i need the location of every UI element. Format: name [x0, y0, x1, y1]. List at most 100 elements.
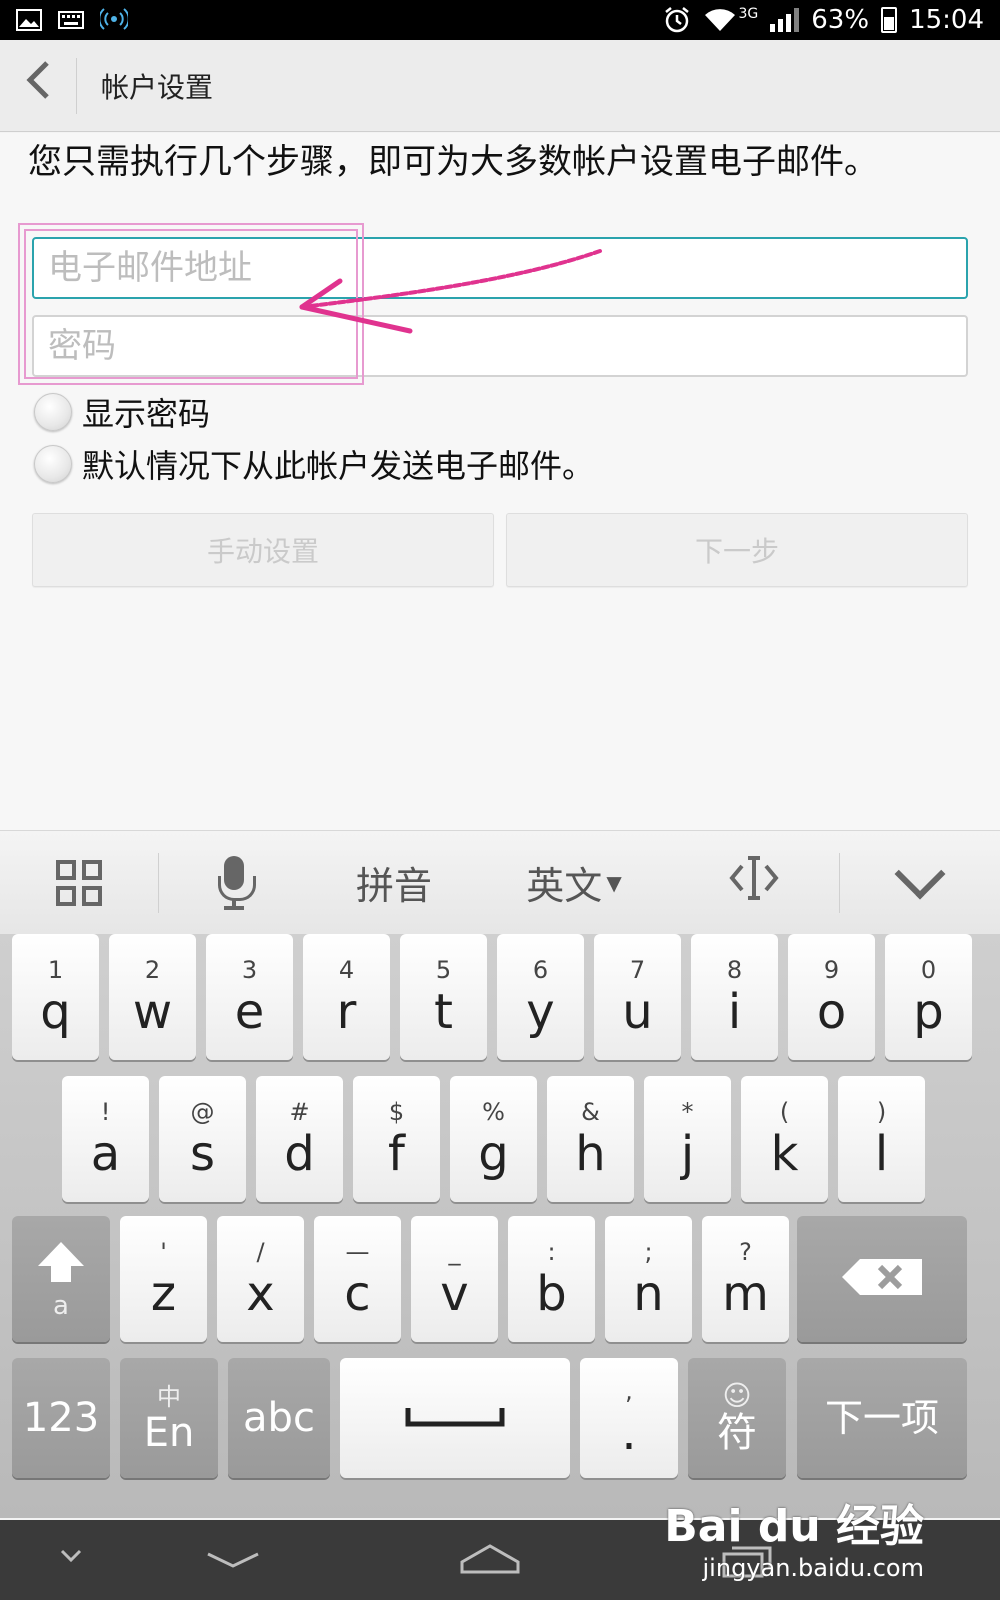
show-password-option[interactable]: 显示密码 [34, 389, 210, 435]
key-s[interactable]: @ s [159, 1076, 246, 1202]
voice-input-button[interactable] [159, 831, 309, 935]
symbol-key[interactable]: ☺ 符 [688, 1358, 786, 1478]
key-label: u [622, 984, 653, 1040]
back-nav-button[interactable] [206, 1550, 260, 1574]
collapse-keyboard-icon [894, 848, 946, 899]
key-label: e [234, 984, 265, 1040]
language-key[interactable]: 中 En [120, 1358, 218, 1478]
key-label: b [536, 1266, 567, 1322]
key-label: h [575, 1126, 606, 1182]
key-p[interactable]: 0p [885, 934, 972, 1060]
key-x[interactable]: / x [217, 1216, 304, 1342]
next-button[interactable]: 下一步 [506, 513, 968, 587]
key-f[interactable]: $ f [353, 1076, 440, 1202]
numbers-key-label: 123 [22, 1395, 100, 1441]
backspace-icon [840, 1257, 924, 1301]
key-hint: ? [739, 1238, 752, 1266]
key-u[interactable]: 7u [594, 934, 681, 1060]
key-y[interactable]: 6y [497, 934, 584, 1060]
abc-key[interactable]: abc [228, 1358, 330, 1478]
key-v[interactable]: _ v [411, 1216, 498, 1342]
punctuation-key[interactable]: , . [580, 1358, 678, 1478]
key-c[interactable]: — c [314, 1216, 401, 1342]
symbol-key-label: 符 [717, 1410, 757, 1456]
key-b[interactable]: :b [508, 1216, 595, 1342]
key-q[interactable]: 1q [12, 934, 99, 1060]
default-send-radio[interactable] [34, 445, 72, 483]
shift-icon [36, 1240, 86, 1288]
key-e[interactable]: 3e [206, 934, 293, 1060]
key-d[interactable]: # d [256, 1076, 343, 1202]
key-g[interactable]: % g [450, 1076, 537, 1202]
battery-icon [881, 7, 898, 33]
show-password-radio[interactable] [34, 393, 72, 431]
hotspot-icon [100, 7, 128, 33]
key-hint: 7 [629, 956, 646, 984]
show-password-label: 显示密码 [82, 395, 211, 433]
key-label: r [336, 984, 357, 1040]
key-label: k [770, 1126, 799, 1182]
hide-keyboard-button[interactable] [60, 1548, 82, 1567]
next-item-key[interactable]: 下一项 [797, 1358, 967, 1478]
key-label: l [874, 1126, 889, 1182]
key-hint: @ [190, 1098, 215, 1126]
key-o[interactable]: 9o [788, 934, 875, 1060]
home-icon [460, 1544, 520, 1574]
key-label: g [478, 1126, 509, 1182]
dropdown-caret-icon: ▼ [606, 870, 622, 895]
key-hint: — [345, 1238, 370, 1266]
key-l[interactable]: ) l [838, 1076, 925, 1202]
language-key-label: En [143, 1410, 195, 1456]
next-item-key-label: 下一项 [824, 1396, 939, 1440]
watermark-url: jingyan.baidu.com [702, 1554, 924, 1582]
back-icon [25, 60, 51, 111]
key-hint: 5 [435, 956, 452, 984]
home-button[interactable] [460, 1542, 520, 1580]
key-label: v [440, 1266, 469, 1322]
key-label: n [633, 1266, 664, 1322]
key-hint: 8 [726, 956, 743, 984]
key-w[interactable]: 2w [109, 934, 196, 1060]
backspace-key[interactable] [797, 1216, 967, 1342]
back-button[interactable] [0, 40, 76, 132]
grid-icon [56, 859, 102, 906]
app-bar: 帐户设置 [0, 40, 1000, 132]
key-k[interactable]: (k [741, 1076, 828, 1202]
key-hint: 0 [920, 956, 937, 984]
key-r[interactable]: 4r [303, 934, 390, 1060]
collapse-keyboard-button[interactable] [840, 831, 1000, 935]
key-hint: _ [448, 1238, 461, 1266]
space-key[interactable] [340, 1358, 570, 1478]
key-h[interactable]: & h [547, 1076, 634, 1202]
manual-setup-button[interactable]: 手动设置 [32, 513, 494, 587]
pinyin-mode-button[interactable]: 拼音 [309, 831, 479, 935]
key-hint: $ [388, 1098, 405, 1126]
key-j[interactable]: * j [644, 1076, 731, 1202]
numbers-key[interactable]: 123 [12, 1358, 110, 1478]
small-chevron-down-icon [60, 1549, 82, 1563]
key-a[interactable]: ! a [62, 1076, 149, 1202]
key-label: y [526, 984, 555, 1040]
key-t[interactable]: 5t [400, 934, 487, 1060]
signal-icon [770, 8, 800, 32]
key-hint: : [547, 1238, 556, 1266]
space-icon [405, 1404, 505, 1432]
key-hint: ' [160, 1238, 167, 1266]
abc-key-label: abc [243, 1395, 315, 1441]
key-m[interactable]: ? m [702, 1216, 789, 1342]
key-n[interactable]: ; n [605, 1216, 692, 1342]
page-title: 帐户设置 [101, 70, 214, 104]
english-mode-button[interactable]: 英文 ▼ [479, 831, 669, 935]
cursor-move-button[interactable] [669, 831, 839, 935]
shift-key[interactable]: a [12, 1216, 110, 1342]
punctuation-key-label: . [621, 1405, 637, 1461]
key-label: f [388, 1126, 405, 1182]
key-label: p [913, 984, 944, 1040]
key-i[interactable]: 8i [691, 934, 778, 1060]
key-z[interactable]: ' z [120, 1216, 207, 1342]
keyboard-menu-button[interactable] [0, 831, 158, 935]
mic-icon [218, 855, 256, 910]
key-hint: ; [644, 1238, 653, 1266]
default-send-option[interactable]: 默认情况下从此帐户发送电子邮件。 [34, 441, 594, 487]
key-hint: ) [876, 1098, 887, 1126]
